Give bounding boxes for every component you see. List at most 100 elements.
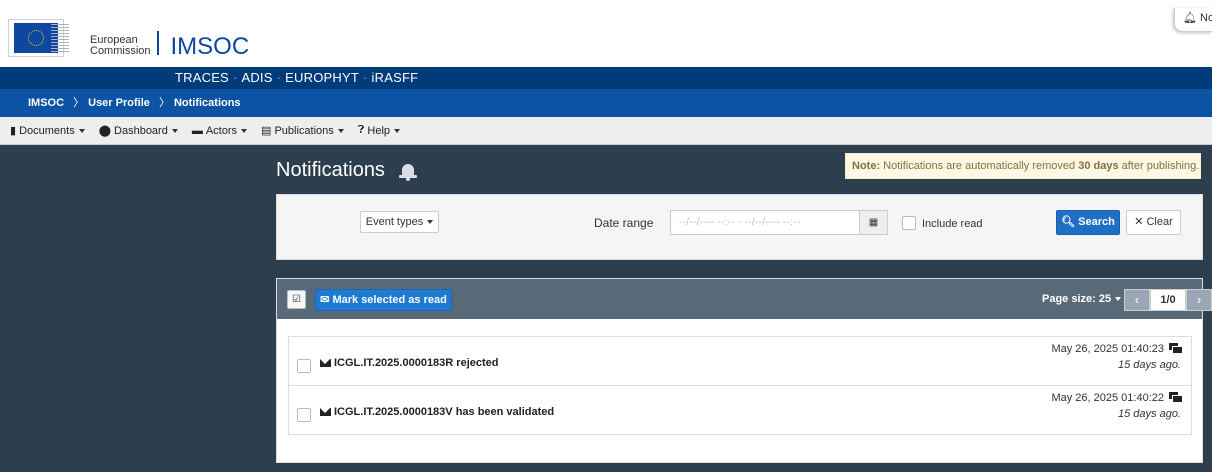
- logo-divider: [156, 31, 159, 55]
- notifications-toolbar: ☑︎ ✉︎ Mark selected as read Page size: 2…: [277, 279, 1212, 319]
- chevron-right-icon: ›: [1196, 292, 1202, 307]
- eu-flag-icon: [8, 19, 69, 57]
- system-link-adis[interactable]: ADIS: [241, 70, 272, 85]
- envelope-icon: [320, 359, 331, 367]
- mark-selected-read-label: Mark selected as read: [332, 294, 447, 306]
- systems-bar: TRACES · ADIS · EUROPHYT · iRASFF: [0, 67, 1212, 89]
- app-title[interactable]: IMSOC: [171, 35, 250, 59]
- search-icon: 🔍︎: [1061, 216, 1076, 228]
- menu-publications[interactable]: ▤ Publications: [261, 124, 344, 137]
- page-title-text: Notifications: [276, 159, 385, 181]
- include-read-label[interactable]: Include read: [922, 218, 983, 230]
- select-all-button[interactable]: ☑︎: [287, 290, 306, 309]
- row-checkbox[interactable]: [297, 408, 311, 422]
- documents-icon: [1169, 343, 1182, 353]
- page-size-dropdown[interactable]: Page size: 25: [1042, 293, 1122, 305]
- breadcrumb-user-profile[interactable]: User Profile: [88, 97, 150, 109]
- notification-title[interactable]: ICGL.IT.2025.0000183V has been validated: [334, 406, 554, 418]
- main-content: Notifications Note: Notifications are au…: [0, 145, 1212, 472]
- menu-actors-label: Actors: [205, 124, 238, 137]
- notification-date: May 26, 2025 01:40:22: [1051, 392, 1164, 404]
- include-read-checkbox[interactable]: [902, 216, 916, 230]
- pagination: ‹ 1/0 ›: [1124, 289, 1212, 311]
- note-days: 30 days: [1078, 160, 1119, 172]
- notification-title[interactable]: ICGL.IT.2025.0000183R rejected: [334, 357, 498, 369]
- systems-separator: ·: [276, 70, 282, 85]
- caret-down-icon: [78, 128, 85, 133]
- caret-down-icon: [1115, 297, 1122, 302]
- prev-page-button[interactable]: ‹: [1124, 289, 1150, 311]
- site-header: European Commission IMSOC 🔔︎ No: [0, 0, 1212, 67]
- caret-down-icon: [171, 128, 178, 133]
- page-indicator: 1/0: [1150, 289, 1186, 311]
- menu-dashboard[interactable]: ⬤ Dashboard: [99, 124, 178, 137]
- system-link-europhyt[interactable]: EUROPHYT: [285, 70, 359, 85]
- breadcrumb: IMSOC 〉 User Profile 〉 Notifications: [0, 89, 1212, 117]
- chevron-left-icon: ‹: [1134, 292, 1140, 307]
- main-menu: ▮ Documents ⬤ Dashboard ▬ Actors ▤ Publi…: [0, 117, 1212, 145]
- search-button[interactable]: 🔍︎ Search: [1056, 210, 1120, 235]
- caret-down-icon: [427, 220, 434, 225]
- globe-icon: ⬤: [98, 125, 112, 137]
- menu-documents[interactable]: ▮ Documents: [10, 124, 85, 137]
- newspaper-icon: ▤: [261, 125, 272, 137]
- system-link-irasff[interactable]: iRASFF: [372, 70, 419, 85]
- calendar-button[interactable]: ▦: [859, 210, 888, 235]
- clear-button[interactable]: ✕ Clear: [1126, 210, 1181, 235]
- ec-logo[interactable]: European Commission IMSOC: [8, 19, 250, 59]
- check-square-icon: ☑︎: [292, 294, 301, 305]
- row-checkbox[interactable]: [297, 359, 311, 373]
- close-icon: ✕: [1134, 216, 1144, 228]
- file-icon: ▮: [10, 125, 17, 137]
- notifications-corner-label: No: [1200, 12, 1212, 24]
- caret-down-icon: [394, 128, 401, 133]
- clear-button-label: Clear: [1146, 216, 1173, 228]
- breadcrumb-notifications: Notifications: [173, 97, 241, 109]
- notifications-corner-tab[interactable]: 🔔︎ No: [1174, 8, 1212, 32]
- documents-icon: [1169, 392, 1182, 402]
- filter-panel: Event types Date range --/--/---- --:-- …: [276, 194, 1203, 260]
- envelope-icon: ✉︎: [320, 294, 330, 306]
- caret-down-icon: [337, 128, 344, 133]
- page-size-label: Page size: 25: [1042, 293, 1112, 305]
- caret-down-icon: [241, 128, 248, 133]
- chevron-right-icon: 〉: [158, 97, 170, 109]
- event-types-dropdown[interactable]: Event types: [360, 211, 439, 233]
- menu-actors[interactable]: ▬ Actors: [191, 124, 248, 137]
- search-button-label: Search: [1078, 216, 1115, 228]
- menu-help[interactable]: ❓︎ Help: [357, 124, 401, 137]
- menu-publications-label: Publications: [274, 124, 334, 137]
- menu-help-label: Help: [367, 124, 391, 137]
- list-item[interactable]: ICGL.IT.2025.0000183R rejected May 26, 2…: [288, 336, 1192, 386]
- breadcrumb-imsoc[interactable]: IMSOC: [28, 97, 64, 109]
- envelope-icon: [320, 408, 331, 416]
- notification-date: May 26, 2025 01:40:23: [1051, 343, 1164, 355]
- retention-note: Note: Notifications are automatically re…: [845, 153, 1201, 179]
- notification-age: 15 days ago.: [1118, 359, 1181, 371]
- id-card-icon: ▬: [191, 124, 203, 137]
- date-range-input[interactable]: --/--/---- --:-- - --/--/---- --:--: [670, 210, 860, 235]
- date-range-label: Date range: [594, 216, 654, 230]
- bell-icon: 🔔︎: [1183, 12, 1197, 24]
- note-text-2: after publishing.: [1118, 160, 1200, 172]
- bell-icon: [398, 162, 417, 181]
- note-text-1: Notifications are automatically removed: [880, 160, 1079, 172]
- notifications-panel: ☑︎ ✉︎ Mark selected as read Page size: 2…: [276, 278, 1212, 463]
- ec-logo-text: European Commission: [90, 35, 151, 57]
- event-types-label: Event types: [365, 216, 424, 228]
- menu-documents-label: Documents: [19, 124, 75, 137]
- system-link-traces[interactable]: TRACES: [175, 70, 229, 85]
- calendar-icon: ▦: [868, 217, 879, 228]
- list-item[interactable]: ICGL.IT.2025.0000183V has been validated…: [288, 385, 1192, 435]
- mark-selected-read-button[interactable]: ✉︎ Mark selected as read: [315, 289, 452, 311]
- ec-logo-line2: Commission: [90, 45, 151, 57]
- menu-dashboard-label: Dashboard: [114, 124, 168, 137]
- notifications-list: ICGL.IT.2025.0000183R rejected May 26, 2…: [288, 336, 1192, 435]
- page-title: Notifications: [276, 159, 417, 182]
- systems-separator: ·: [232, 70, 238, 85]
- question-icon: ❓︎: [357, 124, 365, 136]
- next-page-button[interactable]: ›: [1186, 289, 1212, 311]
- notification-age: 15 days ago.: [1118, 408, 1181, 420]
- chevron-right-icon: 〉: [73, 97, 85, 109]
- systems-separator: ·: [363, 70, 368, 85]
